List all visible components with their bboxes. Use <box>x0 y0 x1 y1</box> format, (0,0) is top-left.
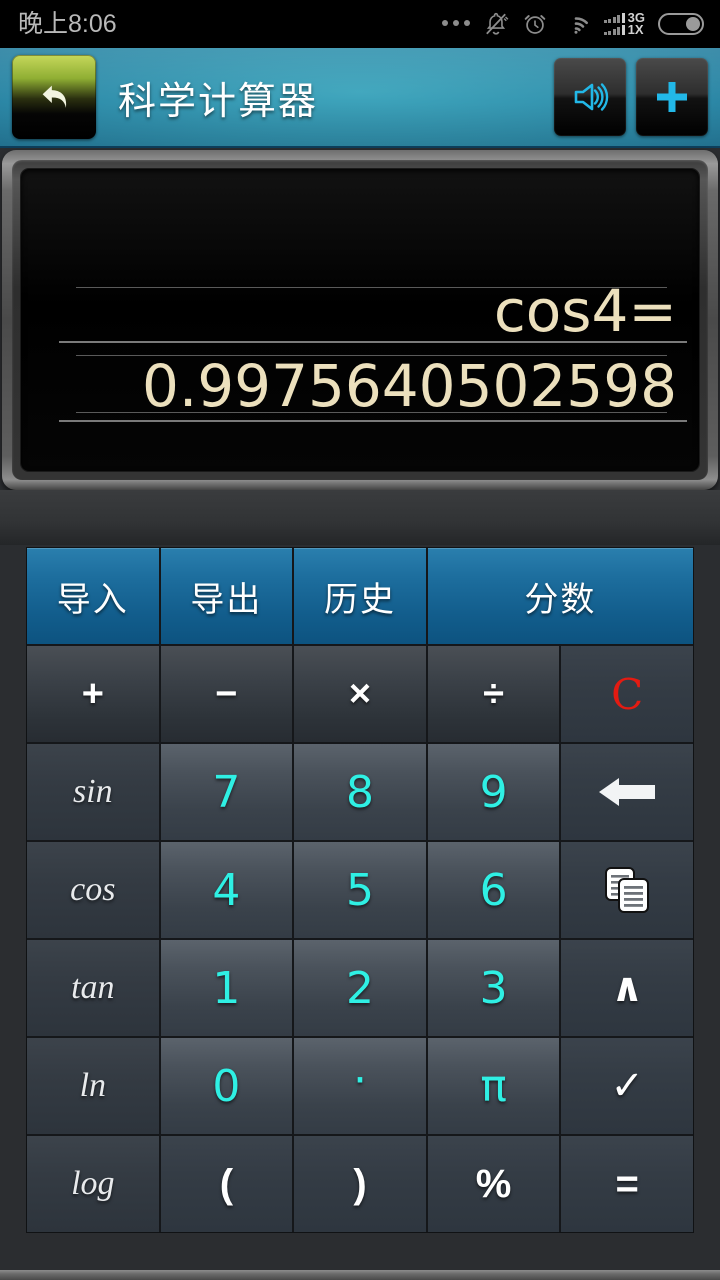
history-button[interactable]: 历史 <box>294 548 426 644</box>
export-button[interactable]: 导出 <box>160 548 293 644</box>
battery-icon <box>658 13 704 35</box>
network-type-secondary: 1X <box>627 22 644 37</box>
wifi-icon <box>561 12 591 36</box>
copy-icon <box>599 862 655 918</box>
digit-3-button-label: 3 <box>479 962 508 1014</box>
digit-5-button-label: 5 <box>345 864 374 916</box>
pi-button-label: π <box>480 1060 507 1112</box>
right-paren-button-label: ) <box>353 1161 367 1206</box>
digit-1-button-label: 1 <box>212 962 241 1014</box>
import-button[interactable]: 导入 <box>27 548 159 644</box>
digit-9-button[interactable]: 9 <box>427 744 560 840</box>
multiply-button[interactable]: × <box>294 646 426 742</box>
status-bar-clock: 晚上8:06 <box>18 10 117 38</box>
equals-button-label: = <box>615 1161 639 1206</box>
digit-0-button-label: 0 <box>212 1060 241 1112</box>
clear-button[interactable]: C <box>561 646 693 742</box>
digit-0-button[interactable]: 0 <box>160 1038 293 1134</box>
confirm-button[interactable]: ✓ <box>561 1038 693 1134</box>
status-bar-icons: 3G 1X <box>441 11 720 37</box>
multiply-button-label: × <box>348 672 372 715</box>
alarm-clock-icon <box>522 11 548 37</box>
page-title: 科学计算器 <box>118 78 319 123</box>
sin-button-label: sin <box>72 773 113 810</box>
divide-button-label: ÷ <box>483 672 505 715</box>
back-arrow-icon <box>28 71 80 123</box>
decimal-point-button[interactable]: · <box>294 1038 426 1134</box>
backspace-button[interactable] <box>561 744 693 840</box>
cos-button[interactable]: cos <box>27 842 159 938</box>
keypad-background <box>0 1233 720 1272</box>
pi-button[interactable]: π <box>427 1038 560 1134</box>
digit-1-button[interactable]: 1 <box>160 940 293 1036</box>
digit-2-button-label: 2 <box>345 962 374 1014</box>
left-paren-button[interactable]: ( <box>160 1136 293 1232</box>
sin-button[interactable]: sin <box>27 744 159 840</box>
confirm-button-label: ✓ <box>610 1064 644 1108</box>
keypad: 导入 导出 历史 分数 + − × ÷ Csin 7 8 9 cos 4 5 6 tan 1 2 3 ∧ ln 0 · π ✓ lo… <box>26 547 694 1233</box>
signal-bars-icon: 3G 1X <box>603 11 645 37</box>
divide-button[interactable]: ÷ <box>427 646 560 742</box>
percent-button[interactable]: % <box>427 1136 560 1232</box>
bell-muted-icon <box>483 11 509 37</box>
ln-button[interactable]: ln <box>27 1038 159 1134</box>
add-button[interactable] <box>636 58 708 136</box>
digit-8-button-label: 8 <box>345 766 374 818</box>
cos-button-label: cos <box>70 871 116 908</box>
tan-button[interactable]: tan <box>27 940 159 1036</box>
minus-button[interactable]: − <box>160 646 293 742</box>
digit-5-button[interactable]: 5 <box>294 842 426 938</box>
backspace-icon <box>596 769 658 815</box>
digit-3-button[interactable]: 3 <box>427 940 560 1036</box>
history-button-label: 历史 <box>323 579 396 620</box>
app-screen: 晚上8:06 3G 1X 科学计算器 cos4= 0.9975640502598… <box>0 0 720 1280</box>
digit-7-button[interactable]: 7 <box>160 744 293 840</box>
title-bar: 科学计算器 <box>0 48 720 148</box>
digit-4-button-label: 4 <box>212 864 241 916</box>
display-rule-line <box>59 420 687 422</box>
clear-button-label: C <box>611 669 644 719</box>
bottom-chrome-strip <box>0 1270 720 1280</box>
display-expression: cos4= <box>493 277 677 345</box>
import-button-label: 导入 <box>56 579 129 620</box>
digit-7-button-label: 7 <box>212 766 241 818</box>
more-dots-icon <box>441 20 470 28</box>
equals-button[interactable]: = <box>561 1136 693 1232</box>
plus-button-label: + <box>81 672 104 715</box>
calculator-display[interactable]: cos4= 0.9975640502598 <box>21 169 699 471</box>
digit-9-button-label: 9 <box>479 766 508 818</box>
digit-8-button[interactable]: 8 <box>294 744 426 840</box>
digit-2-button[interactable]: 2 <box>294 940 426 1036</box>
plus-button[interactable]: + <box>27 646 159 742</box>
export-button-label: 导出 <box>190 579 263 620</box>
digit-6-button-label: 6 <box>479 864 508 916</box>
calculator-display-frame: cos4= 0.9975640502598 <box>2 150 718 490</box>
tan-button-label: tan <box>71 969 115 1006</box>
fraction-button-label: 分数 <box>524 579 597 620</box>
minus-button-label: − <box>215 672 238 715</box>
panel-divider <box>0 490 720 545</box>
title-bar-actions <box>554 58 720 136</box>
digit-6-button[interactable]: 6 <box>427 842 560 938</box>
status-bar: 晚上8:06 3G 1X <box>0 0 720 48</box>
calculator-display-bezel: cos4= 0.9975640502598 <box>12 160 708 480</box>
speaker-icon <box>568 75 612 119</box>
display-result: 0.9975640502598 <box>141 352 677 420</box>
left-paren-button-label: ( <box>219 1161 234 1206</box>
copy-button[interactable] <box>561 842 693 938</box>
sound-button[interactable] <box>554 58 626 136</box>
log-button[interactable]: log <box>27 1136 159 1232</box>
fraction-button[interactable]: 分数 <box>427 548 693 644</box>
decimal-point-button-label: · <box>352 1054 367 1106</box>
power-button-label: ∧ <box>610 966 644 1010</box>
right-paren-button[interactable]: ) <box>294 1136 426 1232</box>
plus-icon <box>652 77 692 117</box>
power-button[interactable]: ∧ <box>561 940 693 1036</box>
ln-button-label: ln <box>79 1067 107 1104</box>
back-button[interactable] <box>12 55 96 139</box>
log-button-label: log <box>71 1165 115 1202</box>
percent-button-label: % <box>475 1161 512 1206</box>
digit-4-button[interactable]: 4 <box>160 842 293 938</box>
